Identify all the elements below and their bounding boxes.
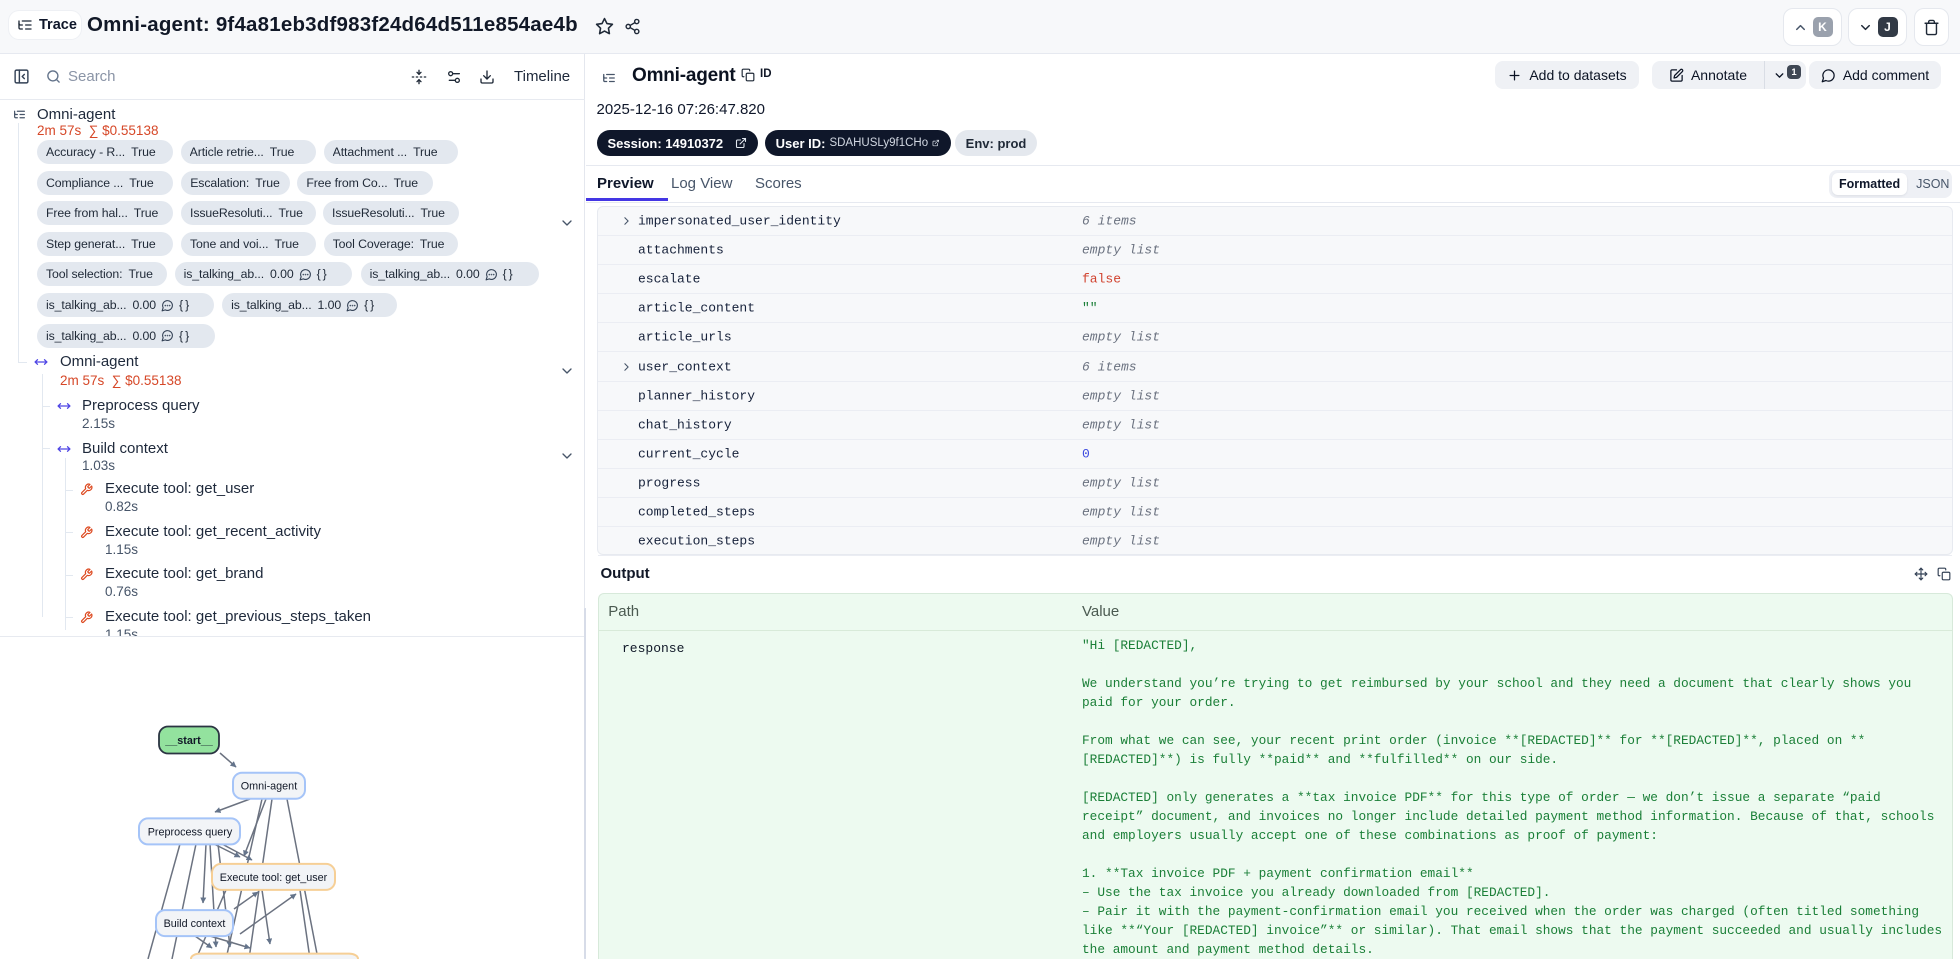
svg-text:Omni-agent: Omni-agent [241,781,297,793]
svg-text:__start__: __start__ [164,735,213,747]
svg-text:Build context: Build context [164,918,226,930]
svg-text:Preprocess query: Preprocess query [148,827,233,839]
svg-text:Execute tool: get_user: Execute tool: get_user [220,872,328,884]
